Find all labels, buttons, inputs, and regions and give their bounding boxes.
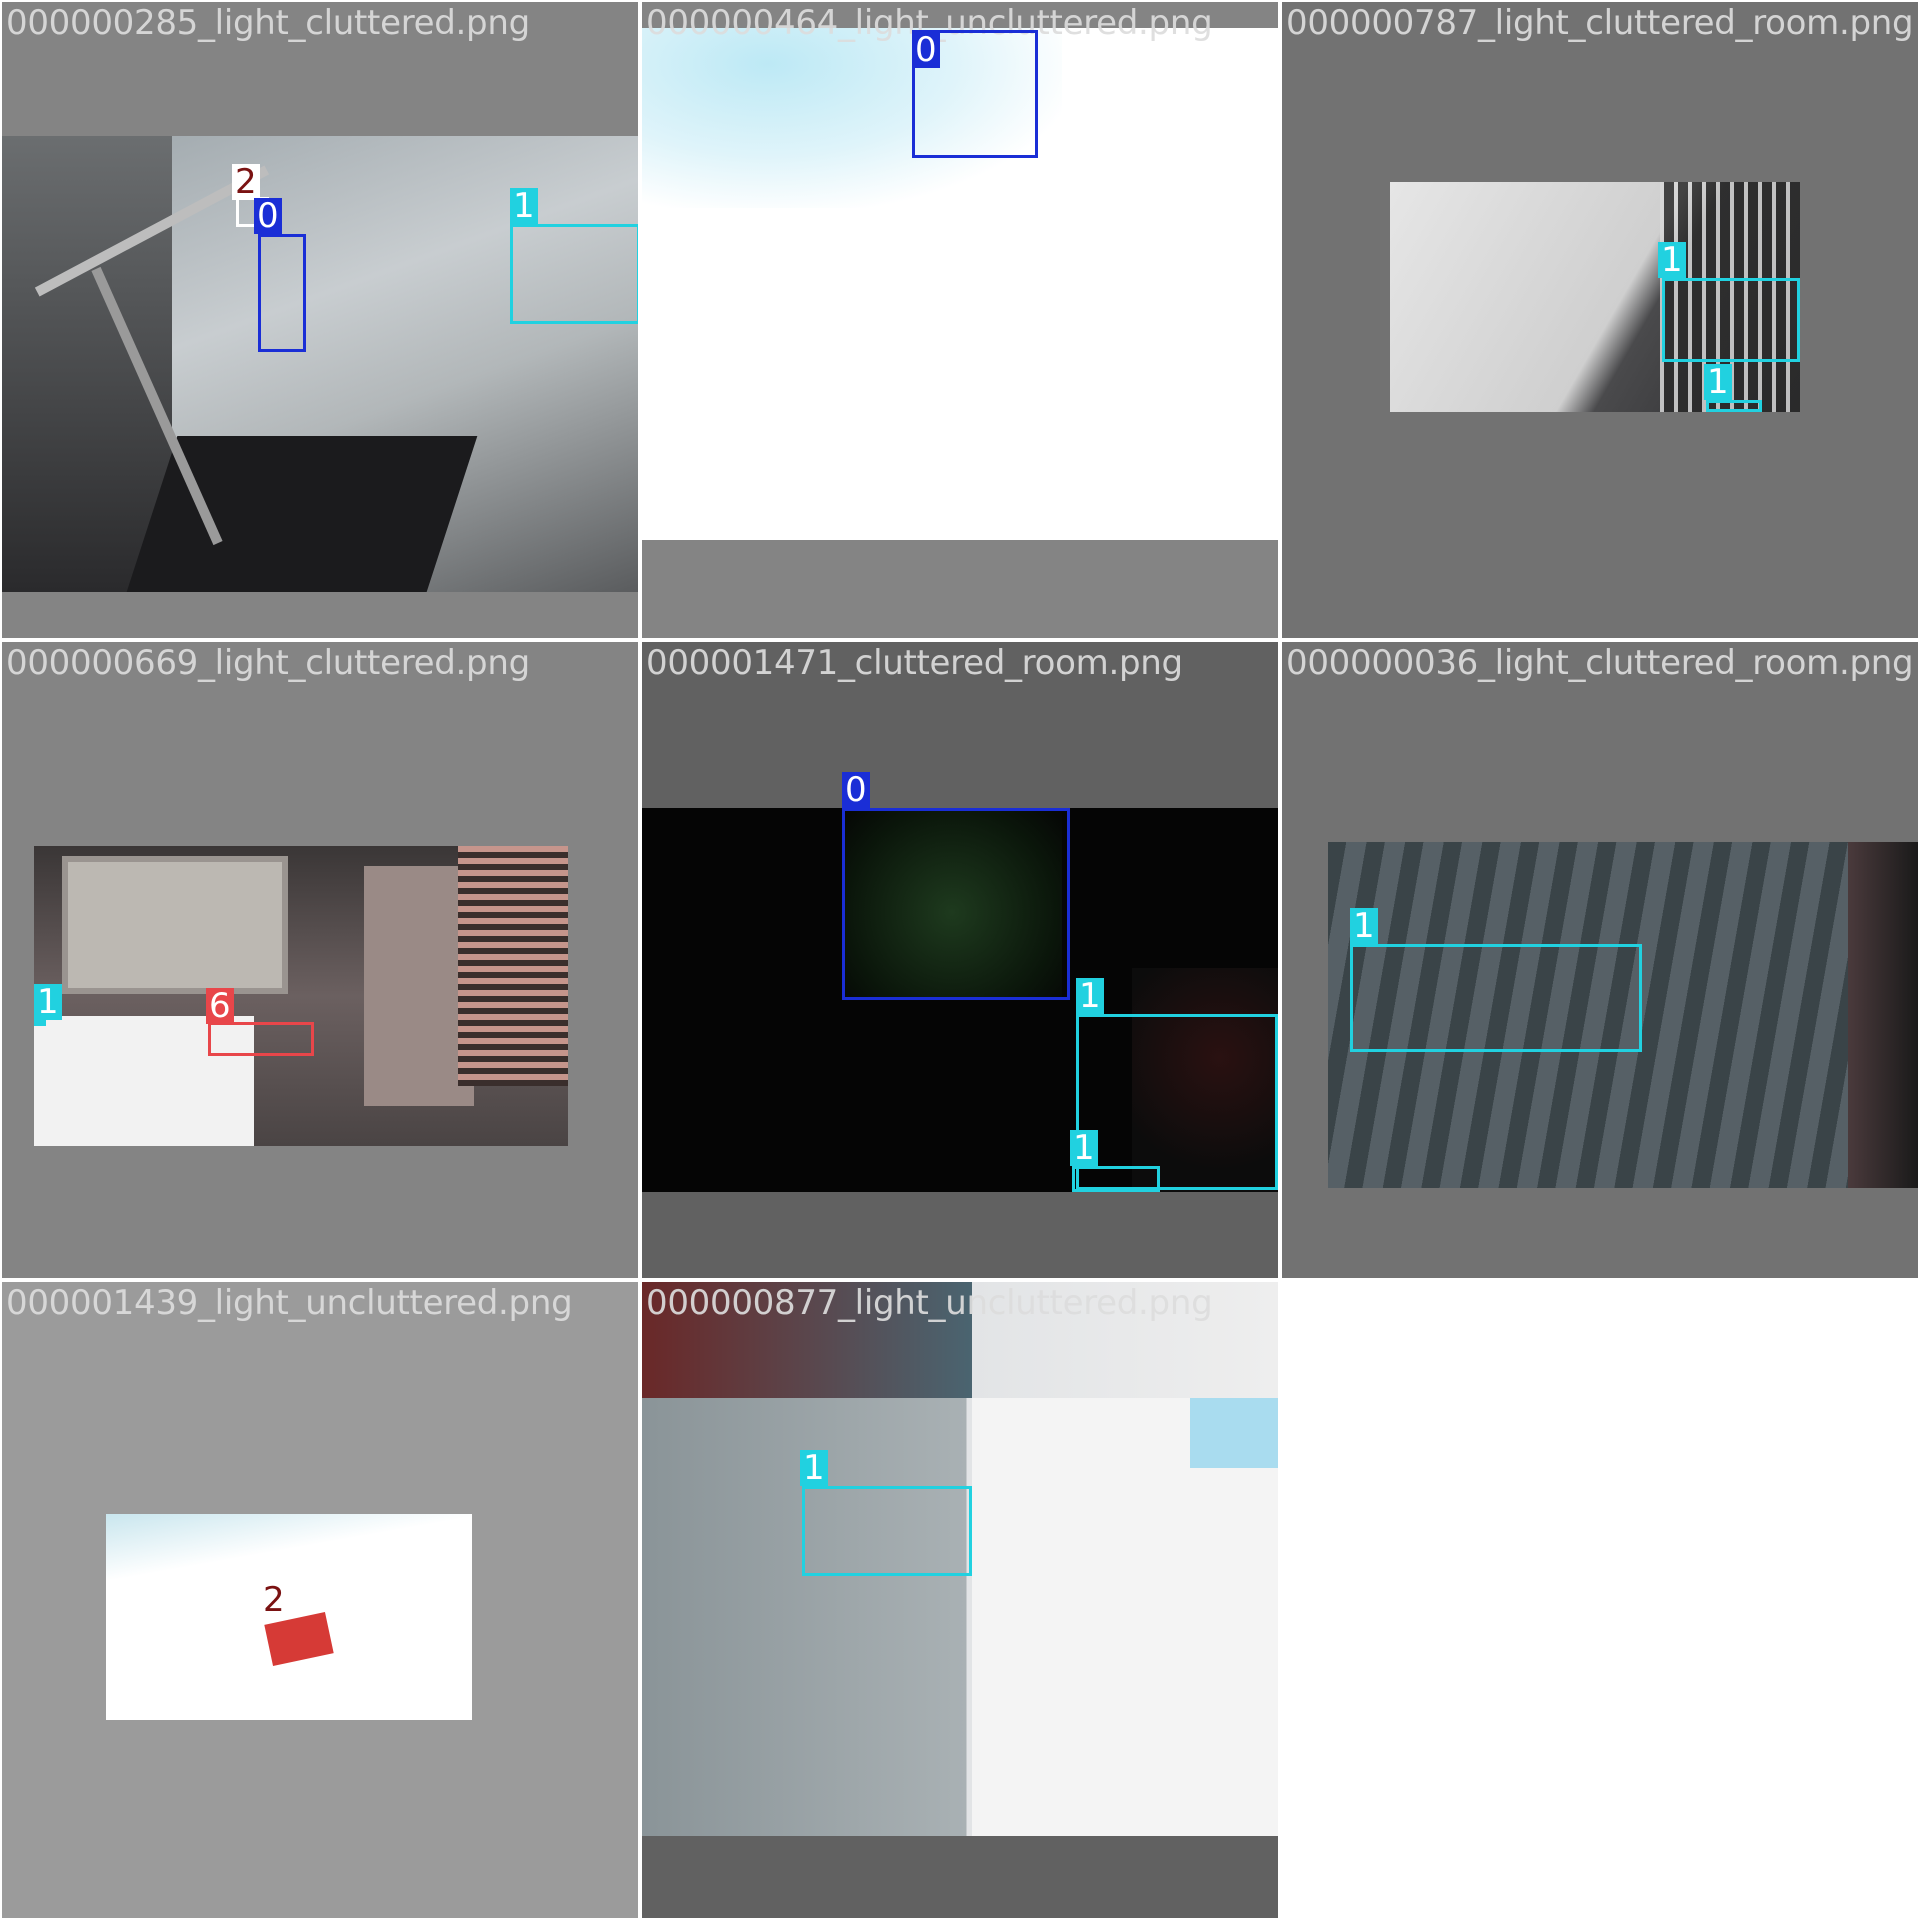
mosaic-tile: 000000464_light_uncluttered.png 0 bbox=[642, 2, 1278, 638]
scene-photo bbox=[2, 136, 638, 592]
detection-box bbox=[510, 224, 638, 324]
mosaic-tile: 000001471_cluttered_room.png 0 1 1 bbox=[642, 642, 1278, 1278]
detection-label: 6 bbox=[206, 988, 234, 1024]
detection-label: 2 bbox=[232, 164, 260, 200]
detection-label: 0 bbox=[912, 32, 940, 68]
detection-box bbox=[1072, 1166, 1160, 1192]
detection-label: 1 bbox=[1076, 978, 1104, 1014]
mosaic-tile: 000001439_light_uncluttered.png 2 bbox=[2, 1282, 638, 1918]
mosaic-tile: 000000877_light_uncluttered.png 1 bbox=[642, 1282, 1278, 1918]
detection-label: 1 bbox=[1704, 364, 1732, 400]
detection-box bbox=[1350, 944, 1642, 1052]
detection-label: 1 bbox=[34, 984, 62, 1020]
tile-filename: 000000787_light_cluttered_room.png bbox=[1286, 3, 1914, 43]
detection-box bbox=[208, 1022, 314, 1056]
tile-filename: 000001439_light_uncluttered.png bbox=[6, 1283, 573, 1323]
detection-box bbox=[1662, 278, 1800, 362]
detection-label: 1 bbox=[510, 188, 538, 224]
detection-label: 0 bbox=[254, 198, 282, 234]
scene-photo bbox=[106, 1514, 472, 1720]
scene-photo bbox=[34, 846, 568, 1146]
detection-box bbox=[258, 234, 306, 352]
tile-filename: 000001471_cluttered_room.png bbox=[646, 643, 1183, 683]
detection-label: 1 bbox=[1070, 1130, 1098, 1166]
tile-filename: 000000285_light_cluttered.png bbox=[6, 3, 530, 43]
mosaic-tile: 000000669_light_cluttered.png 1 6 bbox=[2, 642, 638, 1278]
tile-filename: 000000036_light_cluttered_room.png bbox=[1286, 643, 1914, 683]
detection-label: 1 bbox=[1350, 908, 1378, 944]
tile-filename: 000000877_light_uncluttered.png bbox=[646, 1283, 1213, 1323]
detection-label: 1 bbox=[1658, 242, 1686, 278]
detection-label: 1 bbox=[800, 1450, 828, 1486]
mosaic-tile: 000000285_light_cluttered.png 2 0 1 bbox=[2, 2, 638, 638]
detection-label: 0 bbox=[842, 772, 870, 808]
detection-mosaic-grid: 000000285_light_cluttered.png 2 0 1 0000… bbox=[0, 0, 1920, 1920]
detection-box bbox=[802, 1486, 972, 1576]
mosaic-tile: 000000036_light_cluttered_room.png 1 bbox=[1282, 642, 1918, 1278]
empty-tile bbox=[1282, 1282, 1918, 1918]
detection-box bbox=[842, 808, 1070, 1000]
detection-label: 2 bbox=[263, 1580, 285, 1620]
detection-box bbox=[1076, 1014, 1278, 1190]
mosaic-tile: 000000787_light_cluttered_room.png 1 1 bbox=[1282, 2, 1918, 638]
tile-filename: 000000669_light_cluttered.png bbox=[6, 643, 530, 683]
